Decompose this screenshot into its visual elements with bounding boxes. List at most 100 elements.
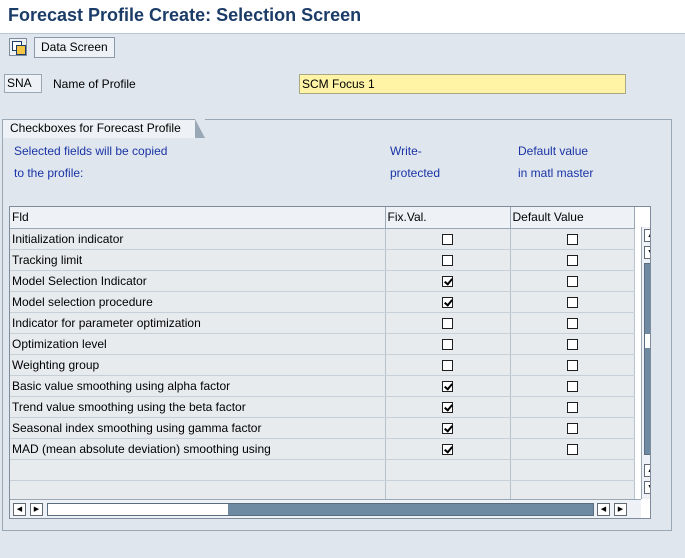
default-value-cell xyxy=(510,312,635,334)
fix-val-checkbox[interactable] xyxy=(442,338,453,350)
profile-code[interactable]: SNA xyxy=(4,74,42,93)
empty-cell xyxy=(510,480,635,502)
table-row: Weighting group xyxy=(10,354,635,376)
fix-val-cell xyxy=(385,396,511,418)
table-row: Trend value smoothing using the beta fac… xyxy=(10,396,635,418)
table-row-empty xyxy=(10,459,635,481)
fix-val-cell xyxy=(385,375,511,397)
empty-cell xyxy=(510,459,635,481)
fix-val-cell xyxy=(385,312,511,334)
fix-val-cell xyxy=(385,249,511,271)
default-value-checkbox[interactable] xyxy=(566,338,578,350)
fix-val-checkbox[interactable] xyxy=(442,317,453,329)
default-value-checkbox[interactable] xyxy=(566,296,578,308)
table-row-empty xyxy=(10,480,635,502)
column-header-fix-val[interactable]: Fix.Val. xyxy=(385,207,511,229)
table-row: MAD (mean absolute deviation) smoothing … xyxy=(10,438,635,460)
hint-col2-line2: protected xyxy=(390,166,441,180)
field-name: Indicator for parameter optimization xyxy=(10,312,386,334)
default-value-checkbox[interactable] xyxy=(566,359,578,371)
horizontal-scroll-thumb[interactable] xyxy=(48,504,228,515)
scroll-left-icon[interactable]: ◀ xyxy=(597,503,610,516)
vertical-scroll-thumb[interactable] xyxy=(645,334,650,348)
horizontal-scrollbar[interactable]: ◀ ▶ ◀ ▶ xyxy=(10,499,641,518)
field-name: Trend value smoothing using the beta fac… xyxy=(10,396,386,418)
fix-val-checkbox[interactable] xyxy=(442,401,453,413)
fix-val-checkbox[interactable] xyxy=(442,422,453,434)
default-value-checkbox[interactable] xyxy=(566,443,578,455)
title-bar: Forecast Profile Create: Selection Scree… xyxy=(0,0,685,34)
toolbar: Data Screen xyxy=(0,34,685,62)
profile-name-label: Name of Profile xyxy=(53,77,136,91)
empty-cell xyxy=(385,459,511,481)
default-value-cell xyxy=(510,228,635,250)
default-value-checkbox[interactable] xyxy=(566,275,578,287)
page-title: Forecast Profile Create: Selection Scree… xyxy=(8,5,362,25)
default-value-cell xyxy=(510,417,635,439)
default-value-checkbox[interactable] xyxy=(566,254,578,266)
table-row: Model Selection Indicator xyxy=(10,270,635,292)
default-value-cell xyxy=(510,375,635,397)
fix-val-cell xyxy=(385,354,511,376)
hint-col1-line2: to the profile: xyxy=(14,166,84,180)
field-name: Model selection procedure xyxy=(10,291,386,313)
fix-val-checkbox[interactable] xyxy=(442,233,453,245)
column-header-fld[interactable]: Fld xyxy=(10,207,386,229)
table-row: Tracking limit xyxy=(10,249,635,271)
vertical-scroll-track[interactable] xyxy=(644,263,650,455)
field-name: MAD (mean absolute deviation) smoothing … xyxy=(10,438,386,460)
group-title: Checkboxes for Forecast Profile xyxy=(2,119,205,138)
default-value-checkbox[interactable] xyxy=(566,233,578,245)
default-value-cell xyxy=(510,333,635,355)
default-value-cell xyxy=(510,354,635,376)
default-value-checkbox[interactable] xyxy=(566,380,578,392)
fix-val-checkbox[interactable] xyxy=(442,443,453,455)
fix-val-checkbox[interactable] xyxy=(442,296,453,308)
column-header-default-value[interactable]: Default Value xyxy=(510,207,635,229)
field-name: Model Selection Indicator xyxy=(10,270,386,292)
fix-val-checkbox[interactable] xyxy=(442,359,453,371)
data-screen-button[interactable]: Data Screen xyxy=(34,37,115,58)
field-name: Weighting group xyxy=(10,354,386,376)
fix-val-cell xyxy=(385,270,511,292)
fix-val-checkbox[interactable] xyxy=(442,380,453,392)
default-value-cell xyxy=(510,270,635,292)
default-value-cell xyxy=(510,396,635,418)
default-value-cell xyxy=(510,249,635,271)
default-value-cell xyxy=(510,438,635,460)
fix-val-checkbox[interactable] xyxy=(442,275,453,287)
default-value-cell xyxy=(510,291,635,313)
default-value-checkbox[interactable] xyxy=(566,317,578,329)
field-name: Optimization level xyxy=(10,333,386,355)
field-name: Seasonal index smoothing using gamma fac… xyxy=(10,417,386,439)
table-row: Optimization level xyxy=(10,333,635,355)
empty-cell xyxy=(385,480,511,502)
scroll-up-icon[interactable]: ▲ xyxy=(644,229,650,242)
hint-col3-line1: Default value xyxy=(518,144,589,158)
profile-name-input[interactable]: SCM Focus 1 xyxy=(299,74,626,94)
table-row: Model selection procedure xyxy=(10,291,635,313)
hint-col2-line1: Write- xyxy=(390,144,422,158)
fix-val-checkbox[interactable] xyxy=(442,254,453,266)
empty-cell xyxy=(10,459,386,481)
fix-val-cell xyxy=(385,417,511,439)
scroll-up-icon[interactable]: ▲ xyxy=(644,464,650,477)
scroll-down-icon[interactable]: ▼ xyxy=(644,246,650,259)
horizontal-scroll-track[interactable] xyxy=(47,503,594,516)
fix-val-cell xyxy=(385,438,511,460)
scroll-right-icon[interactable]: ▶ xyxy=(30,503,43,516)
empty-cell xyxy=(10,480,386,502)
fields-table: Fld Fix.Val. Default Value Initializatio… xyxy=(9,206,651,519)
vertical-scrollbar[interactable]: ▲ ▼ ▲ ▼ xyxy=(641,227,650,499)
table-row: Indicator for parameter optimization xyxy=(10,312,635,334)
copy-screen-icon[interactable] xyxy=(9,38,27,56)
hint-col3-line2: in matl master xyxy=(518,166,594,180)
default-value-checkbox[interactable] xyxy=(566,401,578,413)
scroll-left-icon[interactable]: ◀ xyxy=(13,503,26,516)
table-row: Seasonal index smoothing using gamma fac… xyxy=(10,417,635,439)
default-value-checkbox[interactable] xyxy=(566,422,578,434)
field-name: Initialization indicator xyxy=(10,228,386,250)
scroll-down-icon[interactable]: ▼ xyxy=(644,481,650,494)
table-row: Initialization indicator xyxy=(10,228,635,250)
scroll-right-icon[interactable]: ▶ xyxy=(614,503,627,516)
